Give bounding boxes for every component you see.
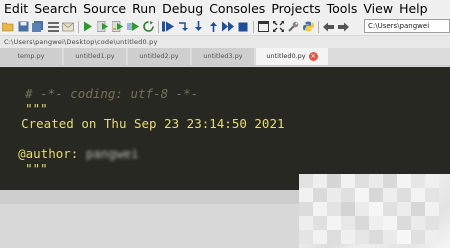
tab-label: untitled2.py: [139, 52, 179, 60]
fullscreen-icon[interactable]: [272, 21, 284, 33]
tab-label: untitled1.py: [75, 52, 115, 60]
docstring-created: Created on Thu Sep 23 23:14:50 2021: [21, 116, 285, 131]
editor-tab-bar: temp.py untitled1.py untitled2.py untitl…: [0, 48, 450, 66]
run-selection-icon[interactable]: [127, 21, 139, 33]
list-icon[interactable]: [47, 21, 59, 33]
editor-tab[interactable]: untitled3.py: [192, 48, 254, 65]
step-into-icon[interactable]: [192, 21, 204, 33]
menu-view[interactable]: View: [360, 0, 396, 18]
menu-source[interactable]: Source: [80, 0, 129, 18]
menu-edit[interactable]: Edit: [0, 0, 31, 18]
code-line-1: # -*- coding: utf-8 -*-: [0, 71, 198, 101]
code-line-5: @author: pangwei: [0, 131, 138, 161]
tab-label: untitled3.py: [203, 52, 243, 60]
toolbar-separator: [253, 20, 254, 33]
run-cell-advance-icon[interactable]: [112, 21, 124, 33]
menu-search[interactable]: Search: [31, 0, 80, 18]
toolbar-separator: [158, 20, 159, 33]
stop-debug-icon[interactable]: [237, 21, 249, 33]
open-folder-icon[interactable]: [2, 21, 14, 33]
run-icon[interactable]: [82, 21, 94, 33]
encoding-comment: # -*- coding: utf-8 -*-: [25, 86, 199, 101]
step-icon[interactable]: [177, 21, 189, 33]
tab-label: temp.py: [17, 52, 45, 60]
code-editor[interactable]: # -*- coding: utf-8 -*- """ Created on T…: [0, 67, 450, 190]
back-arrow-icon[interactable]: [322, 21, 334, 33]
email-icon[interactable]: [62, 21, 74, 33]
rerun-icon[interactable]: [142, 21, 154, 33]
editor-tab[interactable]: untitled1.py: [64, 48, 126, 65]
code-line-6: """: [0, 146, 48, 176]
toolbar-separator: [78, 20, 79, 33]
step-return-icon[interactable]: [207, 21, 219, 33]
menu-bar: Edit Search Source Run Debug Consoles Pr…: [0, 0, 450, 18]
editor-tab[interactable]: untitled2.py: [128, 48, 190, 65]
menu-tools[interactable]: Tools: [324, 0, 361, 18]
editor-tab-active[interactable]: untitled0.py ×: [256, 48, 328, 65]
toolbar-separator: [318, 20, 319, 33]
debug-icon[interactable]: [162, 21, 174, 33]
menu-run[interactable]: Run: [129, 0, 159, 18]
docstring-author-name: pangwei: [85, 146, 139, 161]
tab-label: untitled0.py: [266, 52, 306, 60]
code-line-3: Created on Thu Sep 23 23:14:50 2021: [0, 101, 284, 131]
settings-wrench-icon[interactable]: [287, 21, 299, 33]
maximize-pane-icon[interactable]: [257, 21, 269, 33]
menu-help[interactable]: Help: [396, 0, 431, 18]
python-path-icon[interactable]: [302, 21, 314, 33]
editor-tab[interactable]: temp.py: [0, 48, 62, 65]
run-cell-icon[interactable]: [97, 21, 109, 33]
save-all-icon[interactable]: [32, 21, 44, 33]
bottom-panel-header: [0, 190, 300, 204]
menu-consoles[interactable]: Consoles: [206, 0, 268, 18]
menu-projects[interactable]: Projects: [268, 0, 323, 18]
forward-arrow-icon[interactable]: [337, 21, 349, 33]
continue-icon[interactable]: [222, 21, 234, 33]
menu-debug[interactable]: Debug: [159, 0, 206, 18]
close-tab-icon[interactable]: ×: [308, 51, 318, 61]
working-directory-input[interactable]: C:\Users\pangwei: [364, 19, 450, 33]
save-icon[interactable]: [17, 21, 29, 33]
pixelated-overlay: [299, 174, 450, 248]
editor-file-path: C:\Users\pangwei\Desktop\code\untitled0.…: [0, 36, 450, 48]
docstring-close: """: [25, 161, 48, 176]
code-line-2: """: [0, 86, 48, 116]
